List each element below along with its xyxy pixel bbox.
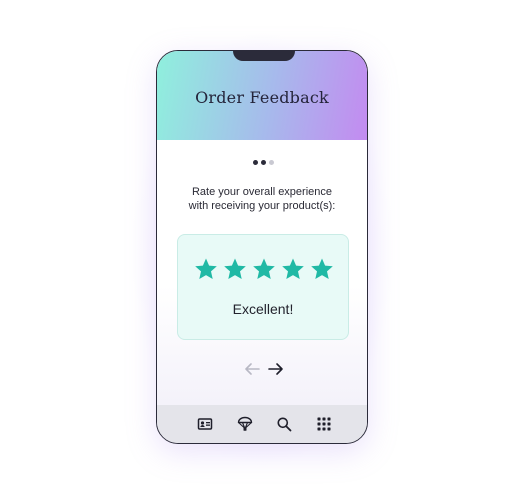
step-dot-3 <box>269 160 274 165</box>
grid-icon[interactable] <box>316 416 332 432</box>
star-icon-5[interactable] <box>310 257 334 281</box>
arrow-left-icon[interactable] <box>243 362 261 376</box>
star-icon-3[interactable] <box>252 257 276 281</box>
id-card-icon[interactable] <box>197 416 213 432</box>
rating-question: Rate your overall experience with receiv… <box>157 185 367 213</box>
star-icon-1[interactable] <box>194 257 218 281</box>
phone-frame: Order Feedback Rate your overall experie… <box>156 50 368 444</box>
step-dot-2 <box>261 160 266 165</box>
feedback-body: Rate your overall experience with receiv… <box>157 140 367 405</box>
parachute-icon[interactable] <box>237 416 253 432</box>
phone-notch <box>233 51 295 61</box>
search-icon[interactable] <box>276 416 292 432</box>
star-icon-4[interactable] <box>281 257 305 281</box>
rating-card: Excellent! <box>177 234 349 340</box>
arrow-right-icon[interactable] <box>267 362 285 376</box>
rating-label: Excellent! <box>232 301 294 317</box>
header: Order Feedback <box>157 51 367 140</box>
rating-question-line-1: Rate your overall experience <box>191 186 333 198</box>
star-icon-2[interactable] <box>223 257 247 281</box>
rating-question-line-2: with receiving your product(s): <box>188 200 336 212</box>
step-dot-1 <box>253 160 258 165</box>
page-title: Order Feedback <box>195 88 329 107</box>
bottom-nav <box>157 405 367 443</box>
